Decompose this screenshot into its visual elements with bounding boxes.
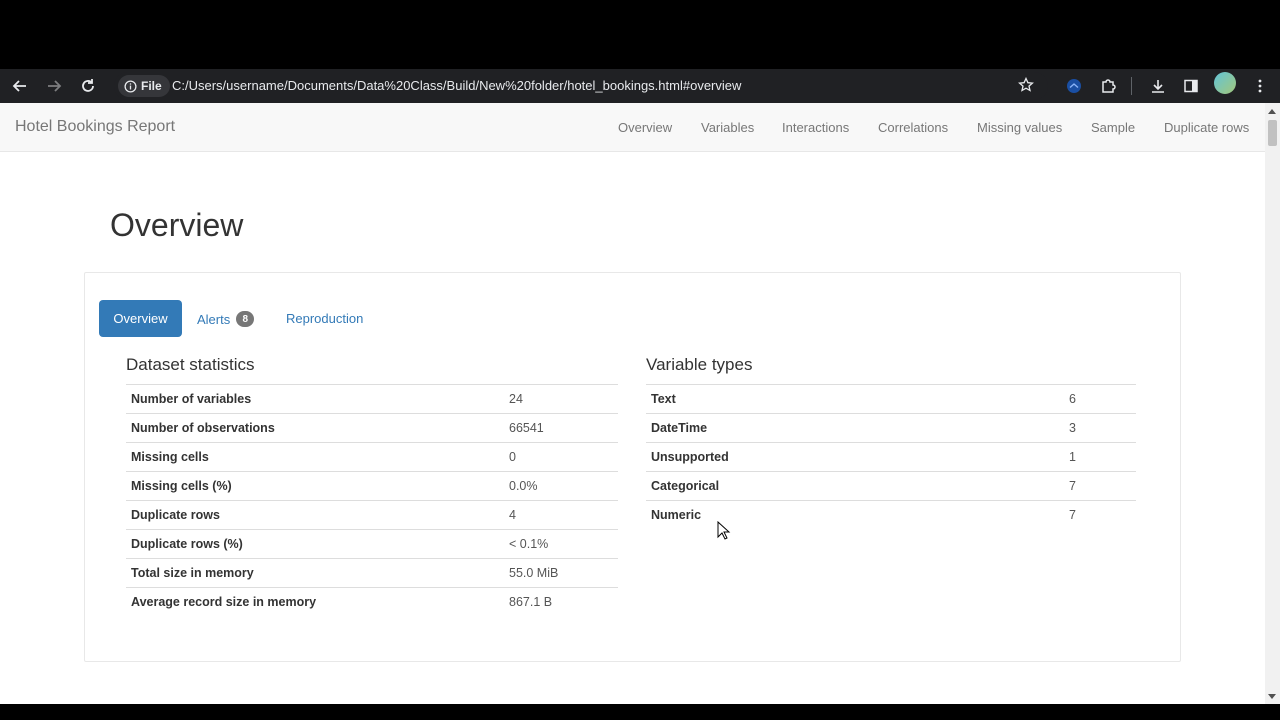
stat-label: Number of observations xyxy=(126,413,504,443)
type-label: Numeric xyxy=(646,500,1064,530)
nav-item-correlations[interactable]: Correlations xyxy=(878,120,948,135)
file-chip-label: File xyxy=(141,79,162,93)
browser-toolbar: File C:/Users/username/Documents/Data%20… xyxy=(0,69,1280,103)
type-count: 7 xyxy=(1064,500,1136,530)
table-row: Duplicate rows (%) < 0.1% xyxy=(126,529,618,559)
tab-overview[interactable]: Overview xyxy=(99,300,182,337)
tab-alerts-label: Alerts xyxy=(197,311,231,327)
stat-value: 0.0% xyxy=(504,471,618,501)
table-row: Average record size in memory 867.1 B xyxy=(126,587,618,617)
page-scrollbar[interactable] xyxy=(1265,103,1280,704)
scrollbar-thumb[interactable] xyxy=(1268,120,1277,146)
table-row: Duplicate rows 4 xyxy=(126,500,618,530)
scroll-down-arrow-icon[interactable] xyxy=(1268,694,1276,699)
type-count: 3 xyxy=(1064,413,1136,443)
table-row: Number of variables 24 xyxy=(126,384,618,414)
stat-value: 4 xyxy=(504,500,618,530)
report-navbar: Hotel Bookings Report Overview Variables… xyxy=(0,103,1265,152)
back-arrow-icon[interactable] xyxy=(7,73,33,99)
stat-value: 867.1 B xyxy=(504,587,618,617)
table-row: Text 6 xyxy=(646,384,1136,414)
stat-label: Duplicate rows xyxy=(126,500,504,530)
page-title: Overview xyxy=(110,207,244,243)
stat-label: Duplicate rows (%) xyxy=(126,529,504,559)
nav-item-duplicate-rows[interactable]: Duplicate rows xyxy=(1164,120,1249,135)
variable-types-title: Variable types xyxy=(646,355,753,374)
screen-top-letterbox xyxy=(0,0,1280,69)
stat-label: Missing cells (%) xyxy=(126,471,504,501)
tab-reproduction[interactable]: Reproduction xyxy=(286,311,363,326)
stat-label: Total size in memory xyxy=(126,558,504,588)
nav-item-sample[interactable]: Sample xyxy=(1091,120,1135,135)
stat-label: Average record size in memory xyxy=(126,587,504,617)
tab-overview-label: Overview xyxy=(113,311,168,326)
type-count: 6 xyxy=(1064,384,1136,414)
download-icon[interactable] xyxy=(1145,73,1171,99)
nav-item-interactions[interactable]: Interactions xyxy=(782,120,849,135)
table-row: DateTime 3 xyxy=(646,413,1136,443)
overview-panel: Overview Alerts 8 Reproduction Dataset s… xyxy=(84,272,1181,662)
forward-arrow-icon[interactable] xyxy=(41,73,67,99)
stat-value: 24 xyxy=(504,384,618,414)
site-info-chip[interactable]: File xyxy=(118,75,170,97)
table-row: Number of observations 66541 xyxy=(126,413,618,443)
type-label: Text xyxy=(646,384,1064,414)
browser-menu-icon[interactable] xyxy=(1247,73,1273,99)
table-row: Unsupported 1 xyxy=(646,442,1136,472)
variable-types-table: Text 6 DateTime 3 Unsupported 1 Categorical… xyxy=(646,384,1136,530)
stat-value: < 0.1% xyxy=(504,529,618,559)
dataset-statistics-table: Number of variables 24 Number of observat… xyxy=(126,384,618,617)
stat-label: Missing cells xyxy=(126,442,504,472)
type-label: Unsupported xyxy=(646,442,1064,472)
stat-value: 66541 xyxy=(504,413,618,443)
extensions-puzzle-icon[interactable] xyxy=(1095,73,1121,99)
nav-item-missing-values[interactable]: Missing values xyxy=(977,120,1062,135)
nav-item-variables[interactable]: Variables xyxy=(701,120,754,135)
extension-icon[interactable] xyxy=(1061,73,1087,99)
bookmark-star-icon[interactable] xyxy=(1018,76,1034,98)
alerts-count-badge: 8 xyxy=(236,311,255,327)
profile-avatar[interactable] xyxy=(1214,72,1236,94)
tab-reproduction-label: Reproduction xyxy=(286,311,364,326)
table-row: Missing cells 0 xyxy=(126,442,618,472)
screen-bottom-letterbox xyxy=(0,704,1280,720)
stat-value: 55.0 MiB xyxy=(504,558,618,588)
toolbar-divider xyxy=(1131,77,1132,95)
type-count: 7 xyxy=(1064,471,1136,501)
stat-label: Number of variables xyxy=(126,384,504,414)
table-row: Total size in memory 55.0 MiB xyxy=(126,558,618,588)
type-count: 1 xyxy=(1064,442,1136,472)
scroll-up-arrow-icon[interactable] xyxy=(1268,109,1276,114)
reload-icon[interactable] xyxy=(75,73,101,99)
type-label: DateTime xyxy=(646,413,1064,443)
dataset-statistics-title: Dataset statistics xyxy=(126,355,255,374)
url-text[interactable]: C:/Users/username/Documents/Data%20Class… xyxy=(172,78,741,93)
type-label: Categorical xyxy=(646,471,1064,501)
navbar-brand[interactable]: Hotel Bookings Report xyxy=(15,118,175,136)
mouse-cursor-icon xyxy=(717,520,731,546)
report-page: Hotel Bookings Report Overview Variables… xyxy=(0,103,1265,704)
nav-item-overview[interactable]: Overview xyxy=(618,120,672,135)
table-row: Categorical 7 xyxy=(646,471,1136,501)
table-row: Missing cells (%) 0.0% xyxy=(126,471,618,501)
address-bar[interactable]: File C:/Users/username/Documents/Data%20… xyxy=(114,72,1048,100)
tab-alerts[interactable]: Alerts 8 xyxy=(197,311,255,327)
info-icon xyxy=(124,79,137,93)
stat-value: 0 xyxy=(504,442,618,472)
side-panel-icon[interactable] xyxy=(1178,73,1204,99)
